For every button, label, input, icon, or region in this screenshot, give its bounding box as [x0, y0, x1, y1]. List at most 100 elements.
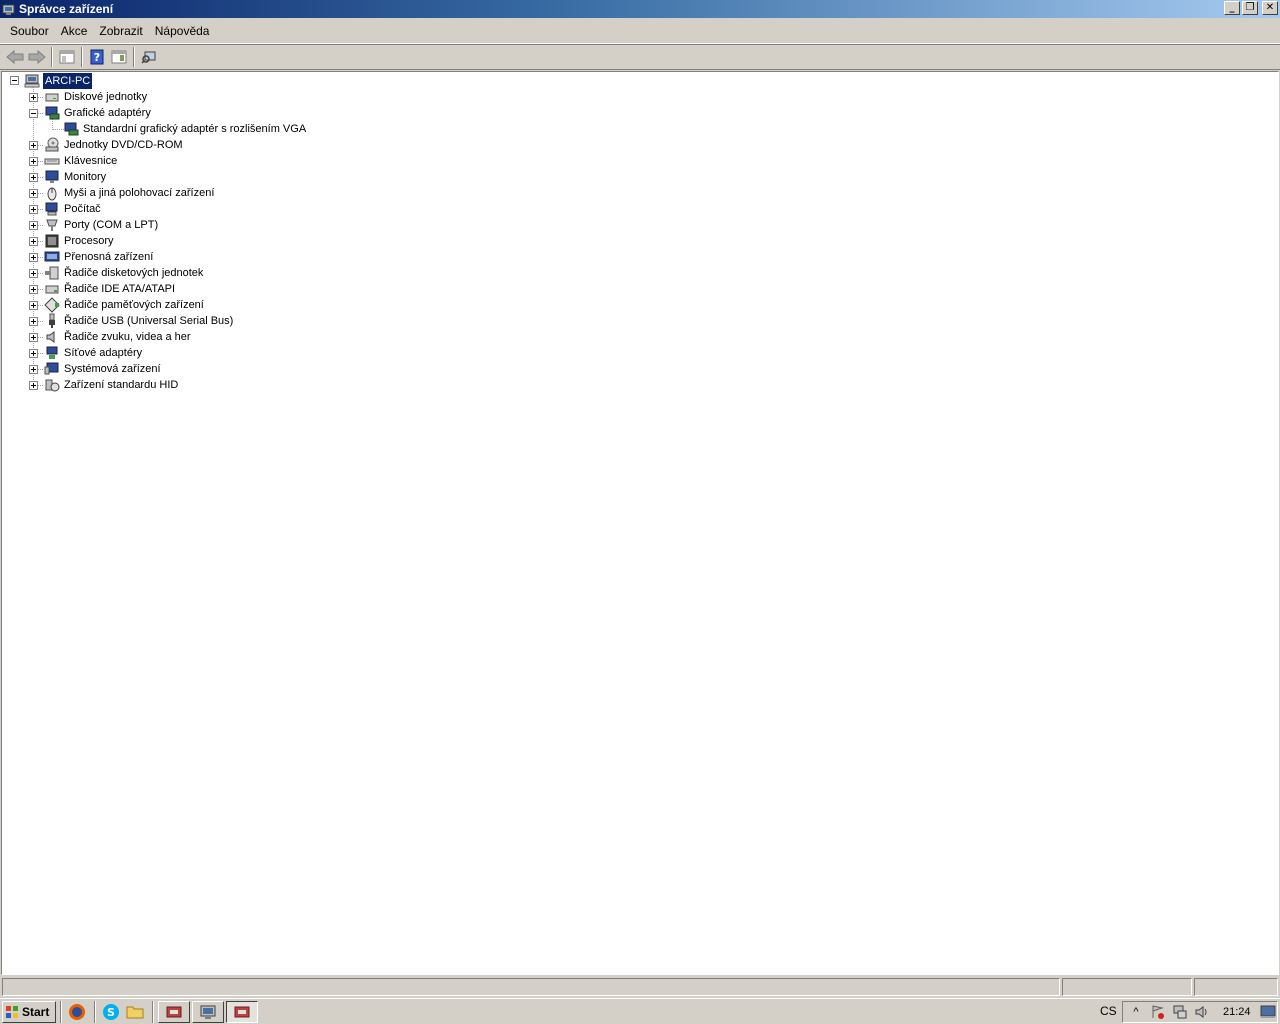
tree-category-label[interactable]: Řadiče disketových jednotek	[62, 265, 205, 281]
expand-toggle[interactable]	[29, 317, 38, 326]
tree-category-label[interactable]: Monitory	[62, 169, 108, 185]
mouse-icon	[47, 187, 57, 201]
tree-category-label[interactable]: Grafické adaptéry	[62, 105, 153, 121]
collapse-toggle[interactable]	[29, 109, 38, 118]
expand-toggle[interactable]	[29, 301, 38, 310]
tree-category-row[interactable]: Řadiče zvuku, videa a her	[2, 329, 602, 345]
svg-text:?: ?	[94, 51, 100, 64]
volume-icon[interactable]	[1193, 1003, 1211, 1021]
menu-soubor[interactable]: Soubor	[4, 18, 55, 44]
tree-category-label[interactable]: Myši a jiná polohovací zařízení	[62, 185, 216, 201]
title-bar[interactable]: Správce zařízení _ ❐ ✕	[0, 0, 1280, 18]
tree-root-label[interactable]: ARCI-PC	[43, 73, 93, 89]
status-pane-3	[1194, 978, 1278, 996]
tree-category-row[interactable]: Řadiče disketových jednotek	[2, 265, 602, 281]
start-button[interactable]: Start	[2, 1000, 56, 1023]
language-indicator[interactable]: CS	[1100, 1004, 1117, 1018]
tree-category-row[interactable]: Síťové adaptéry	[2, 345, 602, 361]
expand-toggle[interactable]	[29, 285, 38, 294]
tree-device-row[interactable]: Standardní grafický adaptér s rozlišením…	[2, 121, 602, 137]
tree-category-row[interactable]: Monitory	[2, 169, 602, 185]
tree-category-label[interactable]: Síťové adaptéry	[62, 345, 144, 361]
tree-category-label[interactable]: Diskové jednotky	[62, 89, 149, 105]
tree-category-label[interactable]: Porty (COM a LPT)	[62, 217, 160, 233]
speaker-icon	[46, 331, 55, 343]
back-arrow-icon	[6, 50, 24, 64]
scan-hardware-button[interactable]	[138, 46, 160, 68]
tree-category-label[interactable]: Řadiče USB (Universal Serial Bus)	[62, 313, 235, 329]
tree-category-row[interactable]: Počítač	[2, 201, 602, 217]
device-tree[interactable]: ARCI-PC Diskové jednotky Grafické adaptér…	[1, 71, 1279, 975]
clock[interactable]: 21:24	[1223, 1006, 1251, 1018]
show-hidden-icons-button[interactable]: ^	[1127, 1003, 1145, 1021]
tree-category-row[interactable]: Přenosná zařízení	[2, 249, 602, 265]
taskbar-separator	[152, 1000, 154, 1023]
tree-category-row[interactable]: Klávesnice	[2, 153, 602, 169]
tree-category-row[interactable]: Systémová zařízení	[2, 361, 602, 377]
forward-arrow-icon	[28, 50, 46, 64]
expand-toggle[interactable]	[29, 381, 38, 390]
back-button[interactable]	[4, 46, 26, 68]
expand-toggle[interactable]	[29, 205, 38, 214]
show-desktop-icon[interactable]	[1259, 1003, 1277, 1021]
tree-category-label[interactable]: Řadiče paměťových zařízení	[62, 297, 206, 313]
minimize-button[interactable]: _	[1224, 1, 1240, 15]
tree-category-label[interactable]: Řadiče IDE ATA/ATAPI	[62, 281, 177, 297]
network-icon[interactable]	[1171, 1003, 1189, 1021]
tree-category-label[interactable]: Počítač	[62, 201, 103, 217]
tree-category-label[interactable]: Systémová zařízení	[62, 361, 163, 377]
root-collapse-toggle[interactable]	[10, 76, 19, 85]
tree-category-row[interactable]: Zařízení standardu HID	[2, 377, 602, 393]
expand-toggle[interactable]	[29, 221, 38, 230]
action-center-icon[interactable]	[1149, 1003, 1167, 1021]
tree-category-label[interactable]: Klávesnice	[62, 153, 119, 169]
expand-toggle[interactable]	[29, 173, 38, 182]
help-button[interactable]: ?	[86, 46, 108, 68]
expand-toggle[interactable]	[29, 349, 38, 358]
expand-toggle[interactable]	[29, 189, 38, 198]
system-tray: ^ 21:24	[1122, 1001, 1278, 1023]
display-adapter-icon	[64, 122, 79, 136]
minimize-icon: _	[1229, 2, 1235, 13]
expand-toggle[interactable]	[29, 253, 38, 262]
tree-category-row[interactable]: Řadiče paměťových zařízení	[2, 297, 602, 313]
quicklaunch-skype[interactable]: S	[100, 1001, 122, 1023]
quicklaunch-explorer[interactable]	[124, 1001, 146, 1023]
tree-category-row[interactable]: Grafické adaptéry	[2, 105, 602, 121]
tree-device-label[interactable]: Standardní grafický adaptér s rozlišením…	[81, 121, 308, 137]
taskbar-separator	[94, 1000, 96, 1023]
expand-toggle[interactable]	[29, 269, 38, 278]
maximize-button[interactable]: ❐	[1242, 1, 1258, 15]
tree-category-row[interactable]: Diskové jednotky	[2, 89, 602, 105]
close-button[interactable]: ✕	[1262, 1, 1278, 15]
menu-zobrazit[interactable]: Zobrazit	[93, 18, 148, 44]
expand-toggle[interactable]	[29, 157, 38, 166]
tree-category-label[interactable]: Zařízení standardu HID	[62, 377, 180, 393]
quicklaunch-firefox[interactable]	[66, 1001, 88, 1023]
usb-icon	[49, 313, 55, 328]
expand-toggle[interactable]	[29, 93, 38, 102]
menu-napoveda[interactable]: Nápověda	[149, 18, 216, 44]
expand-toggle[interactable]	[29, 333, 38, 342]
computer-icon	[45, 202, 58, 216]
taskbar-button-app1[interactable]	[158, 1000, 190, 1023]
expand-toggle[interactable]	[29, 365, 38, 374]
tree-category-row[interactable]: Porty (COM a LPT)	[2, 217, 602, 233]
show-hide-tree-button[interactable]	[56, 46, 78, 68]
tree-category-row[interactable]: Řadiče USB (Universal Serial Bus)	[2, 313, 602, 329]
tree-category-row[interactable]: Myši a jiná polohovací zařízení	[2, 185, 602, 201]
tree-category-label[interactable]: Řadiče zvuku, videa a her	[62, 329, 193, 345]
properties-button[interactable]	[108, 46, 130, 68]
tree-category-row[interactable]: Řadiče IDE ATA/ATAPI	[2, 281, 602, 297]
taskbar-button-app2[interactable]	[192, 1000, 224, 1023]
expand-toggle[interactable]	[29, 237, 38, 246]
tree-category-label[interactable]: Přenosná zařízení	[62, 249, 155, 265]
tree-category-label[interactable]: Jednotky DVD/CD-ROM	[62, 137, 185, 153]
tree-category-row[interactable]: Procesory	[2, 233, 602, 249]
menu-akce[interactable]: Akce	[55, 18, 94, 44]
tree-category-row[interactable]: Jednotky DVD/CD-ROM	[2, 137, 602, 153]
expand-toggle[interactable]	[29, 141, 38, 150]
taskbar-button-device-manager[interactable]	[226, 1000, 258, 1023]
tree-category-label[interactable]: Procesory	[62, 233, 116, 249]
forward-button[interactable]	[26, 46, 48, 68]
